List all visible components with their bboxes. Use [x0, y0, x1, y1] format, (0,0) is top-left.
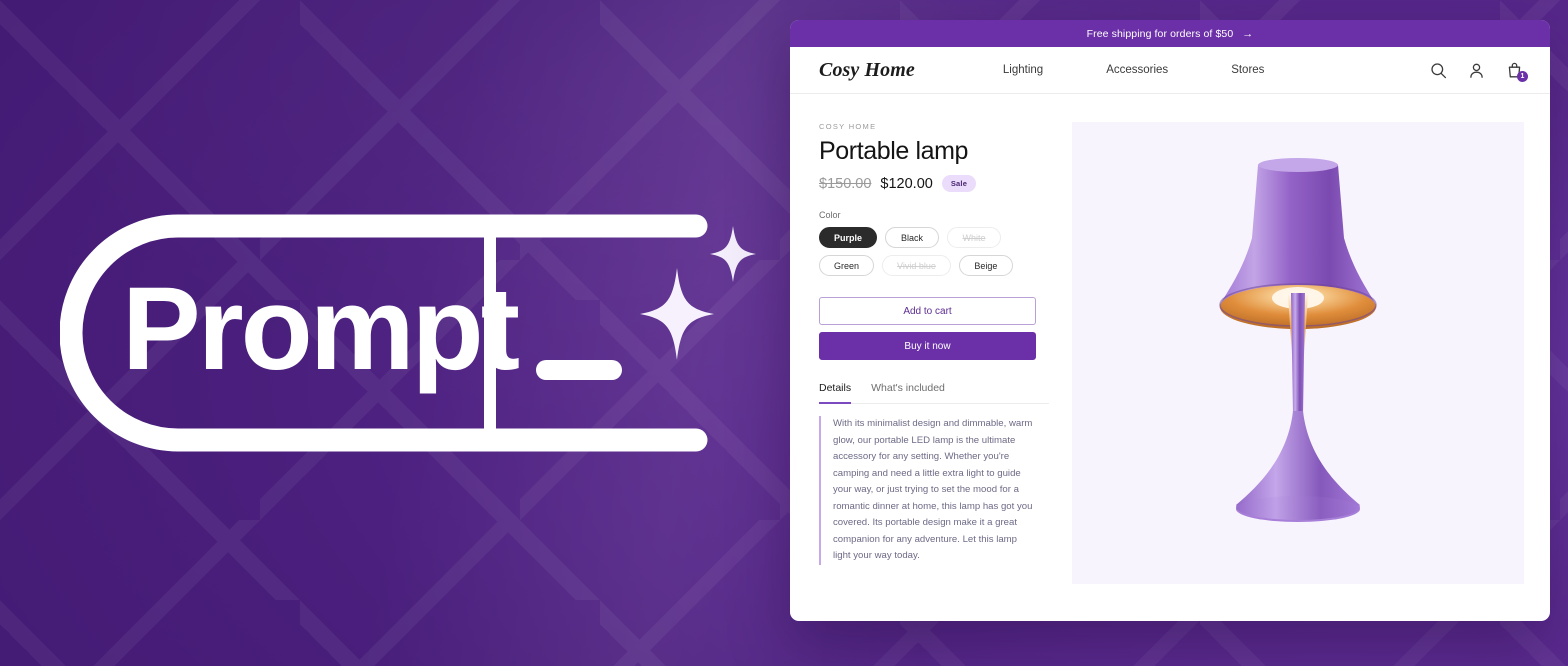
arrow-right-icon: →	[1242, 27, 1254, 40]
announcement-bar[interactable]: Free shipping for orders of $50 →	[790, 20, 1550, 47]
search-icon[interactable]	[1430, 62, 1447, 79]
lamp-stem	[1291, 293, 1305, 415]
site-header: Cosy Home Lighting Accessories Stores 1	[790, 47, 1550, 94]
prompt-logo: Prompt	[60, 214, 720, 452]
color-option-purple[interactable]: Purple	[819, 227, 878, 248]
nav-link-accessories[interactable]: Accessories	[1106, 64, 1168, 76]
product-page: COSY HOME Portable lamp $150.00 $120.00 …	[790, 94, 1550, 621]
compare-at-price: $150.00	[819, 175, 872, 192]
color-option-black[interactable]: Black	[885, 227, 940, 248]
product-info: COSY HOME Portable lamp $150.00 $120.00 …	[790, 122, 1068, 621]
color-option-vivid-blue: Vivid blue	[882, 255, 951, 276]
color-option-white: White	[947, 227, 1002, 248]
color-option-beige[interactable]: Beige	[958, 255, 1013, 276]
main-navigation: Lighting Accessories Stores	[1003, 64, 1265, 76]
cart-icon[interactable]: 1	[1506, 62, 1528, 82]
account-icon[interactable]	[1468, 62, 1485, 79]
cursor-dash	[536, 360, 622, 380]
nav-link-stores[interactable]: Stores	[1231, 64, 1264, 76]
prompt-wordmark: Prompt	[122, 263, 519, 395]
color-option-green[interactable]: Green	[819, 255, 875, 276]
sale-badge: Sale	[941, 175, 977, 192]
current-price: $120.00	[880, 175, 933, 192]
nav-link-lighting[interactable]: Lighting	[1003, 64, 1043, 76]
product-image[interactable]	[1072, 122, 1524, 584]
sparkle-icon-large	[640, 268, 714, 365]
storefront-card: Free shipping for orders of $50 → Cosy H…	[790, 20, 1550, 621]
product-vendor: COSY HOME	[819, 122, 877, 131]
tab-whats-included[interactable]: What's included	[871, 382, 945, 404]
product-tabs: Details What's included	[819, 382, 1049, 404]
header-actions: 1	[1430, 62, 1528, 82]
site-logo[interactable]: Cosy Home	[819, 59, 915, 82]
color-option-label: Color	[819, 210, 841, 220]
product-title: Portable lamp	[819, 137, 969, 165]
announcement-text: Free shipping for orders of $50	[1086, 27, 1234, 40]
sparkle-icon-small	[710, 226, 756, 287]
buy-it-now-button[interactable]: Buy it now	[819, 332, 1036, 360]
add-to-cart-button[interactable]: Add to cart	[819, 297, 1036, 325]
tab-details[interactable]: Details	[819, 382, 852, 404]
price-row: $150.00 $120.00 Sale	[819, 175, 1049, 192]
color-swatch-group: Purple Black White Green Vivid blue Beig…	[819, 227, 1049, 276]
cart-count-badge: 1	[1517, 70, 1528, 82]
product-description: With its minimalist design and dimmable,…	[819, 416, 1033, 565]
